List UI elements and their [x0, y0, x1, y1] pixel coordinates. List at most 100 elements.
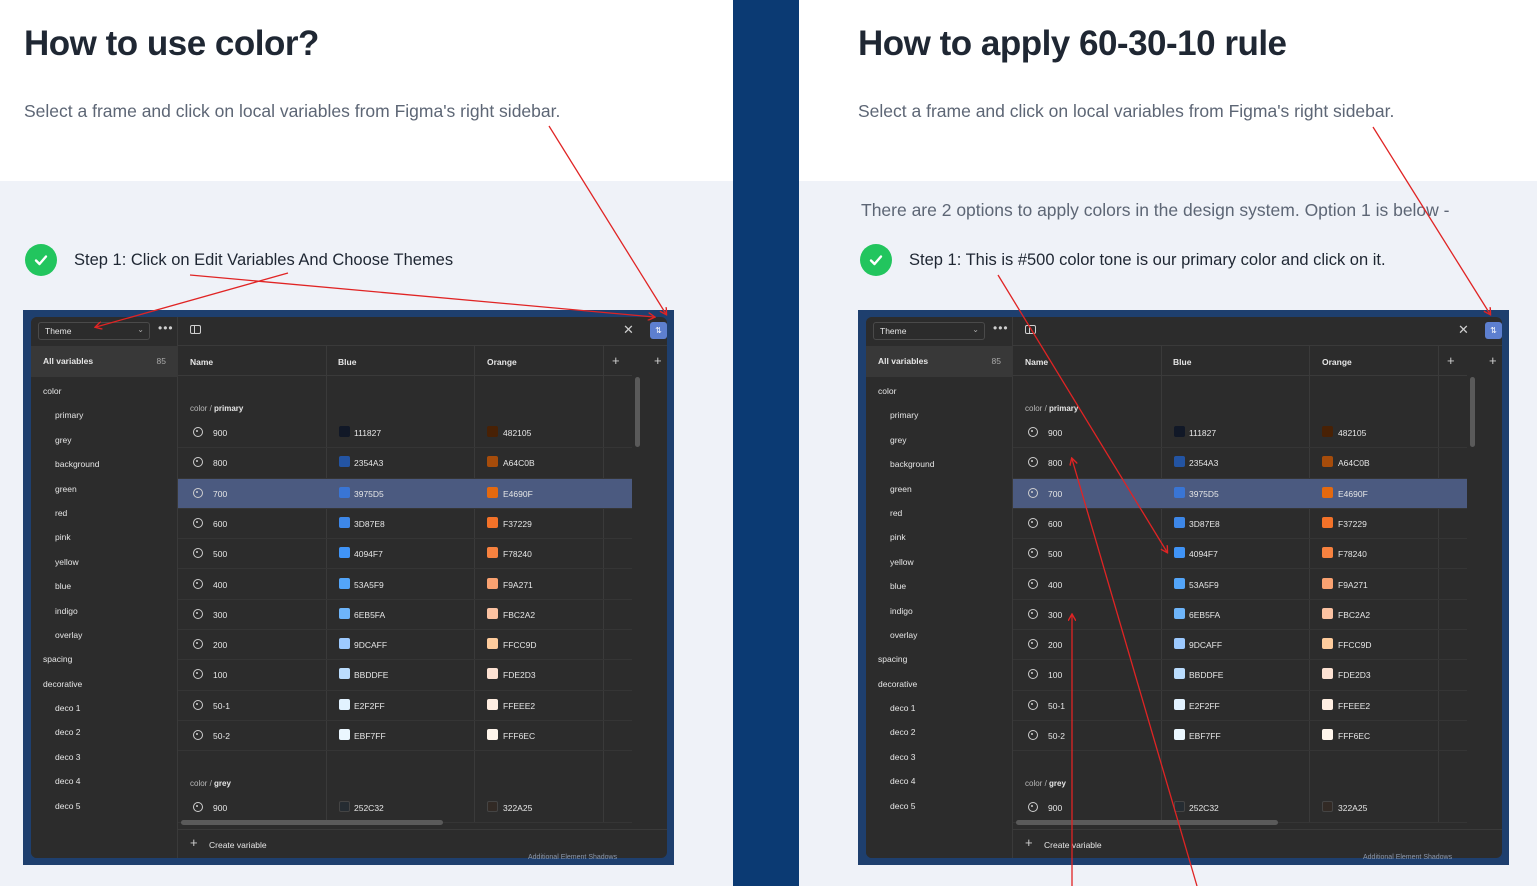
orange-value[interactable]: 322A25 [1338, 803, 1367, 813]
table-row[interactable]: 300 6EB5FA FBC2A2 [1013, 600, 1467, 631]
sidebar-item[interactable]: yellow [31, 550, 178, 574]
sidebar-item[interactable]: background [866, 452, 1013, 476]
table-row[interactable]: 800 2354A3 A64C0B [178, 448, 632, 479]
orange-swatch[interactable] [487, 456, 498, 468]
sidebar-item[interactable]: grey [31, 428, 178, 452]
orange-swatch[interactable] [487, 801, 498, 812]
sidebar-item[interactable]: decorative [866, 672, 1013, 696]
blue-value[interactable]: 3975D5 [1189, 489, 1219, 499]
create-variable-button[interactable]: Create variable [1044, 840, 1102, 850]
sidebar-item[interactable]: deco 2 [31, 720, 178, 744]
orange-swatch[interactable] [487, 698, 498, 710]
more-options-icon[interactable]: ••• [158, 321, 174, 335]
orange-value[interactable]: FFCC9D [503, 640, 537, 650]
blue-value[interactable]: 9DCAFF [354, 640, 387, 650]
orange-swatch[interactable] [1322, 486, 1333, 498]
table-row[interactable]: 50-1 E2F2FF FFEEE2 [1013, 691, 1467, 721]
column-orange-header[interactable]: Orange [1322, 357, 1352, 367]
table-row[interactable]: 900 252C32 322A25 [178, 793, 632, 824]
orange-value[interactable]: FFF6EC [503, 731, 535, 741]
sidebar-item[interactable]: overlay [866, 623, 1013, 647]
blue-swatch[interactable] [339, 456, 350, 468]
table-row[interactable]: 700 3975D5 E4690F [178, 478, 632, 509]
theme-dropdown[interactable]: Theme ⌄ [38, 322, 150, 340]
plus-icon[interactable]: + [1025, 835, 1033, 850]
orange-swatch[interactable] [1322, 638, 1333, 650]
table-row[interactable]: 500 4094F7 F78240 [1013, 539, 1467, 570]
sidebar-item[interactable]: red [31, 501, 178, 525]
horizontal-scrollbar[interactable] [1016, 820, 1278, 825]
orange-value[interactable]: F9A271 [503, 580, 533, 590]
blue-swatch[interactable] [1174, 516, 1185, 528]
orange-value[interactable]: 482105 [1338, 428, 1366, 438]
orange-value[interactable]: A64C0B [1338, 458, 1370, 468]
sidebar-item[interactable]: deco 1 [866, 696, 1013, 720]
orange-value[interactable]: FBC2A2 [1338, 610, 1370, 620]
blue-value[interactable]: 9DCAFF [1189, 640, 1222, 650]
orange-value[interactable]: F78240 [503, 549, 532, 559]
blue-swatch[interactable] [339, 668, 350, 680]
table-row[interactable]: 900 252C32 322A25 [1013, 793, 1467, 824]
blue-swatch[interactable] [1174, 801, 1185, 812]
blue-swatch[interactable] [1174, 577, 1185, 589]
add-mode-icon[interactable]: + [1447, 353, 1455, 368]
sidebar-item[interactable]: indigo [866, 599, 1013, 623]
column-blue-header[interactable]: Blue [1173, 357, 1191, 367]
orange-value[interactable]: FFEEE2 [1338, 701, 1370, 711]
add-column-icon[interactable]: + [1489, 353, 1497, 368]
blue-swatch[interactable] [339, 638, 350, 650]
all-variables-item[interactable]: All variables 85 [31, 346, 178, 377]
horizontal-scrollbar[interactable] [181, 820, 443, 825]
sidebar-item[interactable]: overlay [31, 623, 178, 647]
orange-value[interactable]: FDE2D3 [503, 670, 536, 680]
edit-variables-icon[interactable]: ⇅ [650, 322, 667, 339]
blue-value[interactable]: E2F2FF [1189, 701, 1220, 711]
blue-value[interactable]: 111827 [354, 428, 381, 438]
blue-swatch[interactable] [339, 577, 350, 589]
table-row[interactable]: 800 2354A3 A64C0B [1013, 448, 1467, 479]
blue-swatch[interactable] [339, 607, 350, 619]
blue-value[interactable]: 2354A3 [354, 458, 383, 468]
table-row[interactable]: 700 3975D5 E4690F [1013, 478, 1467, 509]
blue-value[interactable]: E2F2FF [354, 701, 385, 711]
blue-swatch[interactable] [1174, 668, 1185, 680]
orange-swatch[interactable] [487, 729, 498, 740]
sidebar-item[interactable]: spacing [31, 647, 178, 671]
table-row[interactable]: 50-1 E2F2FF FFEEE2 [178, 691, 632, 721]
vertical-scrollbar[interactable] [1470, 377, 1475, 447]
close-icon[interactable]: ✕ [1458, 322, 1469, 338]
orange-swatch[interactable] [487, 486, 498, 498]
blue-value[interactable]: EBF7FF [354, 731, 386, 741]
orange-value[interactable]: 322A25 [503, 803, 532, 813]
blue-value[interactable]: 252C32 [1189, 803, 1219, 813]
orange-value[interactable]: E4690F [503, 489, 533, 499]
sidebar-item[interactable]: deco 3 [31, 745, 178, 769]
sidebar-item[interactable]: spacing [866, 647, 1013, 671]
blue-swatch[interactable] [339, 486, 350, 498]
blue-value[interactable]: 4094F7 [1189, 549, 1218, 559]
more-options-icon[interactable]: ••• [993, 321, 1009, 335]
blue-value[interactable]: 3D87E8 [1189, 519, 1220, 529]
orange-value[interactable]: E4690F [1338, 489, 1368, 499]
create-variable-button[interactable]: Create variable [209, 840, 267, 850]
blue-swatch[interactable] [1174, 547, 1185, 559]
add-mode-icon[interactable]: + [612, 353, 620, 368]
all-variables-item[interactable]: All variables 85 [866, 346, 1013, 377]
sidebar-item[interactable]: blue [31, 574, 178, 598]
sidebar-item[interactable]: deco 4 [31, 769, 178, 793]
sidebar-item[interactable]: pink [866, 525, 1013, 549]
sidebar-item[interactable]: deco 2 [866, 720, 1013, 744]
table-row[interactable]: 200 9DCAFF FFCC9D [1013, 630, 1467, 661]
orange-value[interactable]: 482105 [503, 428, 531, 438]
orange-value[interactable]: F37229 [503, 519, 532, 529]
orange-swatch[interactable] [1322, 801, 1333, 812]
blue-value[interactable]: 252C32 [354, 803, 384, 813]
orange-swatch[interactable] [1322, 426, 1333, 437]
orange-value[interactable]: FFEEE2 [503, 701, 535, 711]
blue-value[interactable]: 3975D5 [354, 489, 384, 499]
blue-swatch[interactable] [339, 516, 350, 528]
blue-value[interactable]: 4094F7 [354, 549, 383, 559]
blue-value[interactable]: BBDDFE [1189, 670, 1223, 680]
plus-icon[interactable]: + [190, 835, 198, 850]
table-row[interactable]: 900 111827 482105 [1013, 418, 1467, 449]
